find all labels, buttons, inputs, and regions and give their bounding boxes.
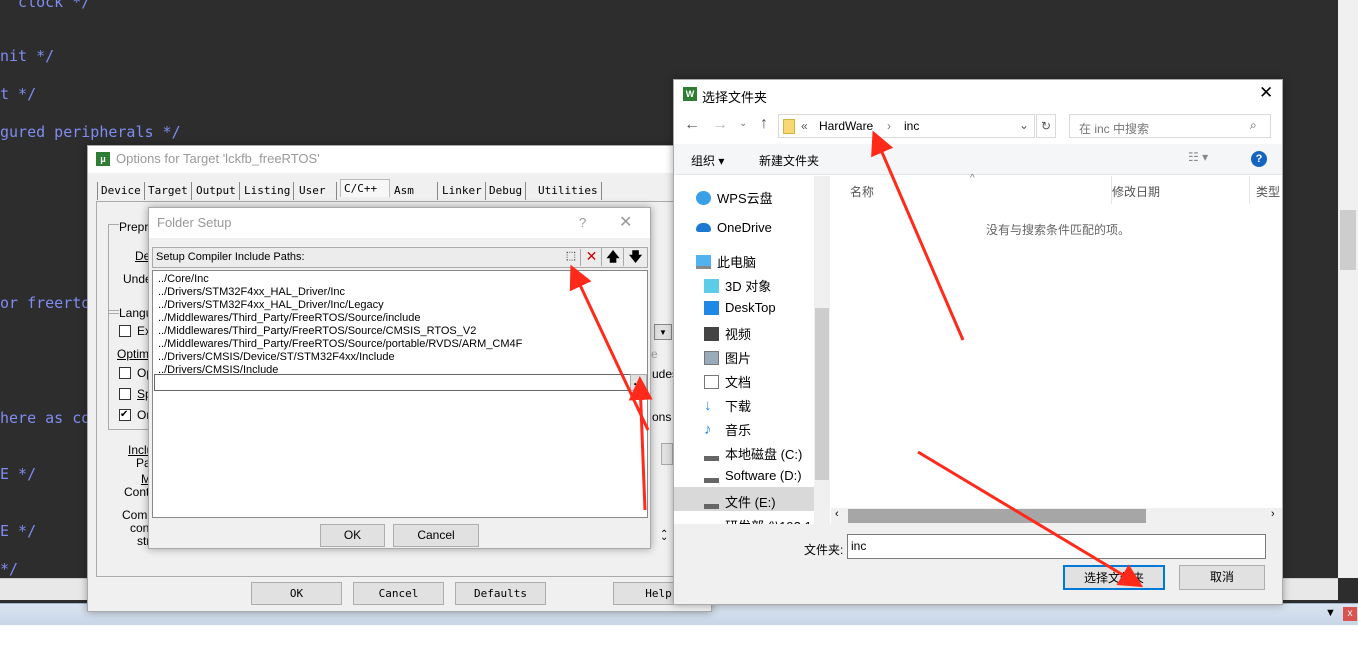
arrow-to-new-folder-icon (569, 264, 650, 431)
annotation-arrows (569, 130, 1144, 588)
arrow-to-select-folder-button (917, 450, 1144, 588)
arrow-to-breadcrumb (871, 130, 965, 341)
arrow-to-browse-button (628, 376, 653, 511)
